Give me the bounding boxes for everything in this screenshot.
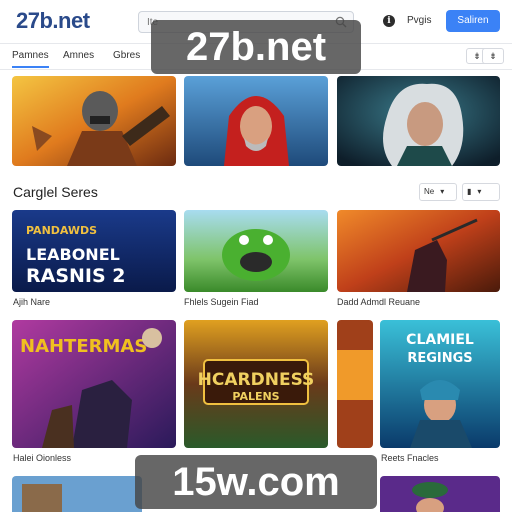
sort-label: Ne	[424, 187, 435, 196]
poster-line-1: PANDAWDS	[26, 224, 97, 237]
card-tile-3[interactable]	[337, 210, 500, 292]
tab-tool-button-2[interactable]: ⇟	[482, 48, 504, 64]
section-title: Carglel Seres	[13, 184, 98, 200]
card-tile-5[interactable]: HCARDNESS PALENS	[184, 320, 328, 448]
featured-tile-3[interactable]	[337, 76, 500, 166]
card-1-art: PANDAWDS LEABONEL RASNIS 2	[12, 210, 176, 292]
card-tile-6[interactable]: CLAMIEL REGINGS	[380, 320, 500, 448]
card-4-art: NAHTERMAS	[12, 320, 176, 448]
poster-line-1: CLAMIEL	[406, 332, 474, 348]
card-7-art	[12, 476, 142, 512]
poster-line-2: LEABONEL	[26, 245, 120, 264]
poster-line-2: PALENS	[232, 390, 279, 403]
card-tile-partial[interactable]	[337, 320, 373, 448]
card-tile-7[interactable]	[12, 476, 142, 512]
chevron-down-icon: ▾	[440, 187, 445, 196]
poster-line-1: NAHTERMAS	[20, 336, 147, 357]
watermark-top: 27b.net	[151, 20, 361, 74]
tab-amnes[interactable]: Amnes	[63, 50, 94, 61]
card-caption-1[interactable]: Ajih Nare	[13, 297, 50, 307]
skeleton-warrior-art	[12, 76, 176, 166]
info-icon[interactable]: i	[383, 15, 395, 27]
card-caption-3[interactable]: Dadd Admdl Reuane	[337, 297, 420, 307]
card-caption-6[interactable]: Reets Fnacles	[381, 453, 439, 463]
card-5-art: HCARDNESS PALENS	[184, 320, 328, 448]
silver-hair-hero-art	[337, 76, 500, 166]
view-label: ▮	[467, 187, 472, 196]
card-tile-2[interactable]	[184, 210, 328, 292]
tab-pamnes[interactable]: Pamnes	[12, 50, 49, 68]
poster-line-2: REGINGS	[407, 351, 472, 366]
green-creature-art	[184, 210, 328, 292]
partial-poster-art	[337, 320, 373, 448]
signup-button[interactable]: Saliren	[446, 10, 500, 32]
card-tile-1[interactable]: PANDAWDS LEABONEL RASNIS 2	[12, 210, 176, 292]
tab-gbres[interactable]: Gbres	[113, 50, 140, 61]
featured-tile-2[interactable]	[184, 76, 328, 166]
view-dropdown[interactable]: ▮ ▾	[462, 183, 500, 201]
card-caption-4[interactable]: Halei Oionless	[13, 453, 71, 463]
site-logo[interactable]: 27b.net	[16, 8, 90, 34]
fire-warrior-art	[337, 210, 500, 292]
card-tile-8[interactable]	[380, 476, 500, 512]
card-tile-4[interactable]: NAHTERMAS	[12, 320, 176, 448]
poster-line-3: RASNIS 2	[26, 265, 126, 287]
poster-line-1: HCARDNESS	[198, 370, 315, 390]
chevron-down-icon: ▾	[477, 187, 482, 196]
hooded-figure-art	[184, 76, 328, 166]
login-link[interactable]: Pvgis	[407, 15, 431, 26]
card-caption-2[interactable]: Fhlels Sugein Fiad	[184, 297, 259, 307]
sort-dropdown[interactable]: Ne ▾	[419, 183, 457, 201]
featured-tile-1[interactable]	[12, 76, 176, 166]
watermark-bottom: 15w.com	[135, 455, 377, 509]
card-8-art	[380, 476, 500, 512]
card-6-art: CLAMIEL REGINGS	[380, 320, 500, 448]
page: 27b.net i Pvgis Saliren Pamnes Amnes Gbr…	[0, 0, 512, 512]
